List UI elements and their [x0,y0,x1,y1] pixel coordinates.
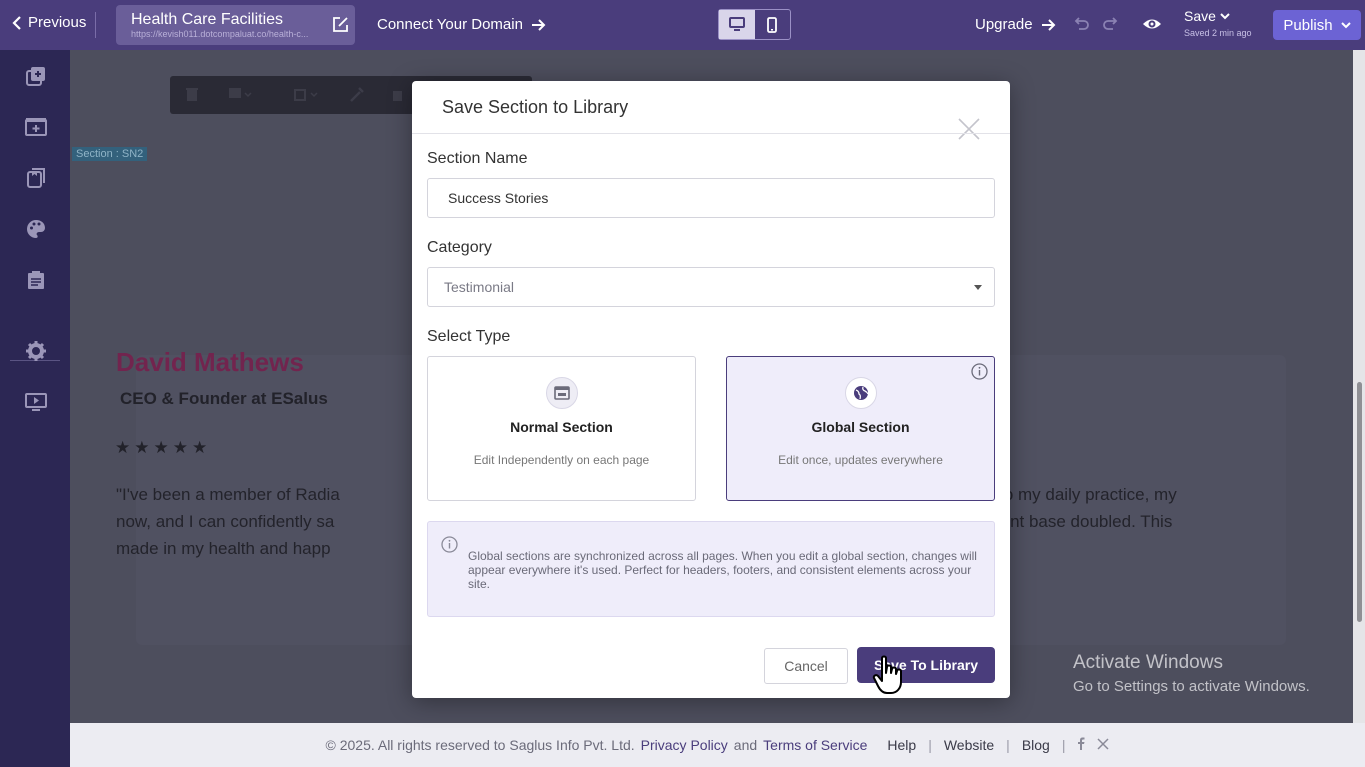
facebook-icon[interactable] [1077,737,1085,753]
x-twitter-icon[interactable] [1097,737,1110,753]
mobile-icon [767,16,778,33]
windows-activation-watermark: Activate Windows Go to Settings to activ… [1073,652,1310,695]
globe-icon [844,377,877,409]
website-link[interactable]: Website [944,737,994,753]
section-icon [545,377,578,409]
global-section-option[interactable]: Global Section Edit once, updates everyw… [726,356,995,501]
quote-line: now, and I can confidently sa [116,512,335,531]
top-bar: Previous Health Care Facilities https://… [0,0,1365,50]
scrollbar-thumb[interactable] [1357,382,1362,622]
arrow-right-icon [1041,18,1055,31]
undo-icon[interactable] [1072,15,1090,38]
help-link[interactable]: Help [887,737,916,753]
connect-domain-label: Connect Your Domain [377,16,523,33]
clipboard-icon[interactable] [25,269,47,291]
privacy-policy-link[interactable]: Privacy Policy [641,737,728,753]
normal-section-option[interactable]: Normal Section Edit Independently on eac… [427,356,696,501]
category-select[interactable]: Testimonial [427,267,995,307]
saved-status: Saved 2 min ago [1184,28,1252,38]
testimonial-name: David Mathews [116,347,304,377]
style-icon[interactable] [228,87,252,107]
section-name-label: Section Name [427,150,528,167]
info-icon[interactable] [971,363,988,385]
desktop-view-button[interactable] [719,10,755,39]
publish-label: Publish [1283,16,1333,34]
arrow-right-icon [531,18,546,31]
category-value: Testimonial [444,279,515,295]
publish-button[interactable]: Publish [1273,10,1361,40]
desktop-icon [728,17,745,31]
redo-icon[interactable] [1102,15,1120,38]
select-type-label: Select Type [427,328,511,345]
watermark-line2: Go to Settings to activate Windows. [1073,678,1310,695]
gear-icon[interactable] [25,340,47,362]
site-title: Health Care Facilities [131,11,284,28]
copy-icon[interactable] [392,87,406,107]
device-switcher [718,9,791,40]
chevron-down-icon [1220,12,1230,19]
and-text: and [733,737,758,753]
palette-icon[interactable] [25,218,47,240]
global-sections-info-note: Global sections are synchronized across … [427,521,995,617]
connect-domain-link[interactable]: Connect Your Domain [377,16,546,33]
layout-icon[interactable] [294,87,318,107]
caret-down-icon [974,285,982,290]
footer-separator: | [928,737,932,753]
save-label: Save [1184,8,1216,24]
category-label: Category [427,239,492,256]
section-name-input[interactable]: Success Stories [427,178,995,218]
footer-separator: | [1006,737,1010,753]
quote-line: "I've been a member of Radia [116,485,340,504]
add-section-icon[interactable] [25,116,47,138]
footer-separator: | [1061,737,1066,753]
chevron-down-icon [1340,21,1351,28]
add-page-icon[interactable] [25,65,47,87]
upgrade-button[interactable]: Upgrade [975,16,1056,33]
save-section-modal: Save Section to Library Section Name Suc… [412,81,1010,698]
close-icon[interactable] [958,118,980,145]
blog-link[interactable]: Blog [1022,737,1050,753]
magic-icon[interactable] [350,87,364,107]
left-sidebar [0,50,70,767]
info-icon [441,536,458,558]
testimonial-quote-left: "I've been a member of Radia now, and I … [116,481,361,562]
terms-of-service-link[interactable]: Terms of Service [763,737,867,753]
site-title-box[interactable]: Health Care Facilities https://kevish011… [116,5,355,45]
modal-title: Save Section to Library [442,97,629,117]
saved-sections-icon[interactable] [25,167,47,189]
rating-stars: ★★★★★ [115,438,212,457]
info-note-text: Global sections are synchronized across … [468,549,977,591]
save-dropdown[interactable]: Save Saved 2 min ago [1184,8,1252,38]
option-name: Global Section [811,419,910,435]
testimonial-title: CEO & Founder at ESalus [120,389,328,408]
chevron-left-icon [12,15,21,30]
quote-line: made in my health and happ [116,539,331,558]
trash-icon[interactable] [186,87,198,107]
previous-label: Previous [28,14,87,31]
option-name: Normal Section [510,419,613,435]
footer: © 2025. All rights reserved to Saglus In… [70,723,1365,767]
edit-icon[interactable] [332,16,349,38]
hand-pointer-cursor-icon [872,655,906,700]
watermark-line1: Activate Windows [1073,652,1223,673]
cancel-button[interactable]: Cancel [764,648,848,684]
option-description: Edit once, updates everywhere [778,453,943,467]
previous-button[interactable]: Previous [12,14,86,31]
option-description: Edit Independently on each page [473,453,650,467]
site-url: https://kevish011.dotcompaluat.co/health… [131,29,309,39]
monitor-play-icon[interactable] [25,391,47,413]
divider [95,12,96,38]
mobile-view-button[interactable] [755,10,791,39]
modal-divider [412,133,1010,134]
copyright-text: © 2025. All rights reserved to Saglus In… [325,737,635,753]
preview-eye-icon[interactable] [1142,14,1162,39]
upgrade-label: Upgrade [975,16,1033,33]
section-tag[interactable]: Section : SN2 [72,147,148,161]
